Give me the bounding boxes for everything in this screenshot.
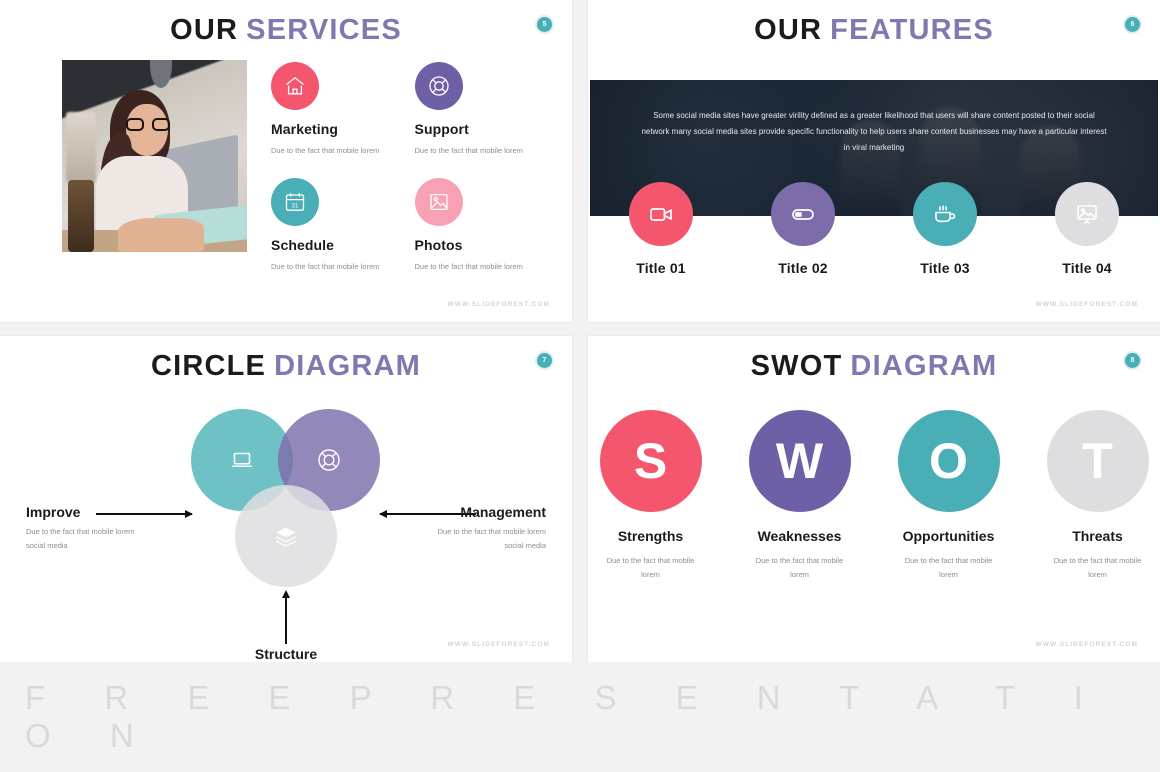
venn-desc-improve: Due to the fact that mobile lorem social… [26, 527, 135, 551]
swot-desc: Due to the fact that mobile lorem [606, 556, 695, 580]
title-word-1: SWOT [750, 350, 843, 382]
laptop-icon [232, 452, 252, 468]
slide-our-features[interactable]: OUR FEATURES 6 Some social media sites ha… [588, 0, 1160, 322]
slide-swot-diagram[interactable]: SWOT DIAGRAM 8 S Strengths Due to the fac… [588, 336, 1160, 662]
arrow-improve [96, 510, 193, 517]
photo-arm [118, 218, 204, 252]
slide-our-services[interactable]: OUR SERVICES 5 Marketing Due to the fact… [0, 0, 572, 322]
feature-title: Title 01 [636, 260, 686, 276]
slide-footer: WWW.SLIDEFOREST.COM [447, 301, 550, 308]
swot-letter-s: S [599, 410, 702, 512]
slide-footer: WWW.SLIDEFOREST.COM [1035, 641, 1138, 648]
feature-title: Title 03 [920, 260, 970, 276]
photo-scene [62, 60, 247, 252]
title-word-1: OUR [754, 14, 823, 46]
page-number-badge: 6 [1125, 17, 1140, 32]
swot-letter-o: O [897, 410, 1000, 512]
photo-brushes [66, 112, 96, 182]
title-word-1: OUR [170, 14, 239, 46]
feature-title: Title 02 [778, 260, 828, 276]
service-desc: Due to the fact that mobile lorem [271, 262, 380, 271]
swot-title: Strengths [617, 528, 684, 544]
lifebuoy-icon [414, 62, 463, 110]
banner-paragraph: Some social media sites have greater vir… [641, 111, 1107, 152]
service-item-marketing[interactable]: Marketing Due to the fact that mobile lo… [271, 62, 395, 164]
swot-item-weaknesses[interactable]: W Weaknesses Due to the fact that mobile… [737, 410, 862, 583]
coffee-cup-icon [913, 182, 977, 246]
feature-item-title-03[interactable]: Title 03 [899, 182, 991, 276]
service-title: Support [414, 121, 469, 137]
page-number-badge: 7 [537, 353, 552, 368]
photo-jar [68, 180, 94, 252]
service-item-schedule[interactable]: 31 Schedule Due to the fact that mobile … [271, 178, 395, 280]
title-word-1: CIRCLE [150, 350, 267, 382]
service-title: Photos [414, 237, 463, 253]
video-camera-icon [629, 182, 693, 246]
photo-glasses [126, 118, 170, 131]
swot-desc: Due to the fact that mobile lorem [755, 556, 844, 580]
photos-icon [414, 178, 463, 226]
venn-desc-management: Due to the fact that mobile lorem social… [437, 527, 546, 551]
page-title-services: OUR SERVICES [0, 14, 572, 47]
presentation-icon [1055, 182, 1119, 246]
title-word-2: SERVICES [246, 14, 402, 46]
venn-label-structure: Structure [254, 646, 318, 662]
swot-desc: Due to the fact that mobile lorem [1053, 556, 1142, 580]
page-number-badge: 8 [1125, 353, 1140, 368]
slide-footer: WWW.SLIDEFOREST.COM [1035, 301, 1138, 308]
feature-title: Title 04 [1062, 260, 1112, 276]
swot-row: S Strengths Due to the fact that mobile … [588, 410, 1160, 583]
service-desc: Due to the fact that mobile lorem [414, 146, 523, 155]
services-body: Marketing Due to the fact that mobile lo… [0, 60, 572, 280]
service-desc: Due to the fact that mobile lorem [414, 262, 523, 271]
lifebuoy-icon [318, 449, 340, 471]
slide-gallery: OUR SERVICES 5 Marketing Due to the fact… [0, 0, 1160, 772]
feature-item-title-01[interactable]: Title 01 [615, 182, 707, 276]
swot-title: Opportunities [902, 528, 995, 544]
services-photo [62, 60, 247, 252]
service-title: Marketing [271, 121, 339, 137]
bottom-banner: F R E E P R E S E N T A T I O N [0, 662, 1160, 772]
service-item-support[interactable]: Support Due to the fact that mobile lore… [414, 62, 539, 164]
feature-item-title-02[interactable]: Title 02 [757, 182, 849, 276]
bottom-banner-text: F R E E P R E S E N T A T I O N [25, 679, 1108, 754]
swot-letter-t: T [1046, 410, 1149, 512]
swot-desc: Due to the fact that mobile lorem [904, 556, 993, 580]
service-desc: Due to the fact that mobile lorem [271, 146, 380, 155]
svg-text:31: 31 [292, 202, 299, 209]
page-title-circle: CIRCLE DIAGRAM [0, 350, 572, 383]
slide-footer: WWW.SLIDEFOREST.COM [447, 641, 550, 648]
page-title-features: OUR FEATURES [588, 14, 1160, 47]
swot-item-opportunities[interactable]: O Opportunities Due to the fact that mob… [886, 410, 1011, 583]
layers-icon [275, 527, 297, 547]
feature-item-title-04[interactable]: Title 04 [1041, 182, 1133, 276]
title-word-2: FEATURES [830, 14, 994, 46]
venn-label-improve: Improve [26, 504, 81, 520]
swot-item-threats[interactable]: T Threats Due to the fact that mobile lo… [1035, 410, 1160, 583]
slide-circle-diagram[interactable]: CIRCLE DIAGRAM 7 Improve Due to the fact… [0, 336, 572, 662]
page-number-badge: 5 [537, 17, 552, 32]
service-item-photos[interactable]: Photos Due to the fact that mobile lorem [414, 178, 539, 280]
features-row: Title 01 Title 02 Title 03 Title 04 [588, 182, 1160, 276]
title-word-2: DIAGRAM [850, 350, 998, 382]
page-title-swot: SWOT DIAGRAM [588, 350, 1160, 383]
venn-diagram: Improve Due to the fact that mobile lore… [0, 394, 572, 662]
venn-label-management: Management [460, 504, 546, 520]
venn-circle-structure[interactable] [235, 485, 337, 587]
toggle-switch-icon [771, 182, 835, 246]
swot-item-strengths[interactable]: S Strengths Due to the fact that mobile … [588, 410, 713, 583]
swot-letter-w: W [748, 410, 851, 512]
swot-title: Threats [1072, 528, 1123, 544]
arrow-structure [282, 590, 289, 644]
calendar-icon: 31 [271, 178, 319, 226]
house-icon [271, 62, 319, 110]
service-title: Schedule [271, 237, 335, 253]
swot-title: Weaknesses [757, 528, 842, 544]
title-word-2: DIAGRAM [274, 350, 422, 382]
service-grid: Marketing Due to the fact that mobile lo… [247, 62, 572, 280]
